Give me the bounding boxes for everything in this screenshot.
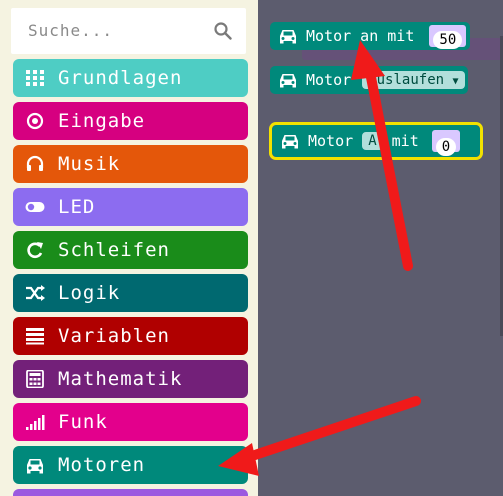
category-led[interactable]: LED bbox=[13, 188, 248, 226]
shuffle-icon bbox=[26, 285, 45, 301]
dropdown-value: A bbox=[368, 133, 377, 149]
number-slot: 0 bbox=[431, 130, 461, 156]
block-label-with: mit bbox=[391, 132, 419, 150]
calculator-icon bbox=[26, 370, 44, 388]
toggle-icon bbox=[25, 202, 45, 212]
category-musik[interactable]: Musik bbox=[13, 145, 248, 183]
category-label: Motoren bbox=[58, 454, 146, 476]
speed-input[interactable]: 50 bbox=[433, 31, 463, 49]
category-label: Mathematik bbox=[58, 368, 183, 390]
block-label: Motor an mit bbox=[306, 27, 415, 45]
dropdown-value: auslaufen bbox=[368, 72, 445, 88]
list-icon bbox=[26, 328, 44, 345]
category-motoren[interactable]: Motoren bbox=[13, 446, 248, 484]
search-input[interactable]: Suche... bbox=[28, 21, 113, 40]
motor-select-dropdown[interactable]: A bbox=[362, 132, 383, 150]
category-label: Funk bbox=[58, 411, 108, 433]
car-icon bbox=[282, 135, 298, 149]
blocks-flyout: Motor an mit 50 Motor auslaufen ▼ Motor … bbox=[258, 0, 503, 496]
category-label: Grundlagen bbox=[58, 67, 183, 89]
category-more[interactable] bbox=[13, 489, 248, 496]
category-label: Logik bbox=[58, 282, 121, 304]
grid-icon bbox=[26, 70, 44, 86]
category-grundlagen[interactable]: Grundlagen bbox=[13, 59, 248, 97]
editor-window: Suche... Grundlagen Eingabe Musik LED Sc… bbox=[0, 0, 503, 496]
category-funk[interactable]: Funk bbox=[13, 403, 248, 441]
search-icon[interactable] bbox=[214, 22, 232, 40]
category-label: Schleifen bbox=[58, 239, 170, 261]
category-variablen[interactable]: Variablen bbox=[13, 317, 248, 355]
block-label: Motor bbox=[308, 132, 354, 150]
motor-coast-block[interactable]: Motor auslaufen ▼ bbox=[270, 66, 468, 94]
category-label: Musik bbox=[58, 153, 121, 175]
category-label: Variablen bbox=[58, 325, 170, 347]
number-slot: 50 bbox=[429, 25, 467, 49]
block-label: Motor bbox=[306, 71, 352, 89]
motor-a-block[interactable]: Motor A mit 0 bbox=[272, 125, 480, 157]
toolbox: Suche... Grundlagen Eingabe Musik LED Sc… bbox=[0, 0, 258, 496]
category-eingabe[interactable]: Eingabe bbox=[13, 102, 248, 140]
car-icon bbox=[27, 459, 43, 474]
stop-mode-dropdown[interactable]: auslaufen ▼ bbox=[362, 71, 465, 89]
chevron-down-icon: ▼ bbox=[452, 76, 459, 87]
category-logik[interactable]: Logik bbox=[13, 274, 248, 312]
toolbox-list: Suche... Grundlagen Eingabe Musik LED Sc… bbox=[11, 8, 249, 496]
category-schleifen[interactable]: Schleifen bbox=[13, 231, 248, 269]
headphones-icon bbox=[26, 155, 44, 171]
search-box[interactable]: Suche... bbox=[11, 8, 246, 54]
signal-icon bbox=[26, 415, 45, 430]
speed-input[interactable]: 0 bbox=[435, 138, 457, 156]
motor-on-block[interactable]: Motor an mit 50 bbox=[270, 22, 470, 50]
target-icon bbox=[26, 112, 44, 130]
category-label: LED bbox=[58, 196, 96, 218]
category-mathematik[interactable]: Mathematik bbox=[13, 360, 248, 398]
refresh-icon bbox=[27, 242, 43, 259]
car-icon bbox=[280, 30, 296, 44]
category-label: Eingabe bbox=[58, 110, 146, 132]
car-icon bbox=[280, 74, 296, 88]
